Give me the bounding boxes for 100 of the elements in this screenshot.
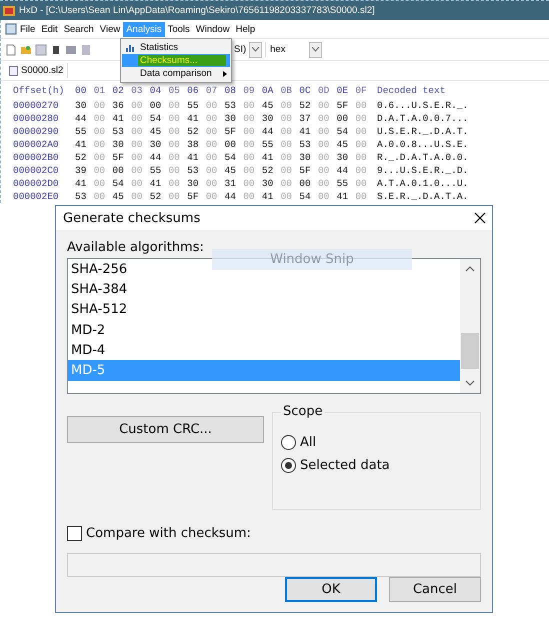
hex-byte: 00 [243, 126, 256, 137]
hex-byte: 5F [336, 100, 350, 111]
hex-byte: 00 [131, 126, 144, 137]
decoded-text: S.E.R._.D.A.T.A. [377, 191, 468, 202]
hex-byte: 00 [318, 139, 330, 150]
hex-byte: 54 [224, 152, 237, 163]
compare-checkbox[interactable]: Compare with checksum: [67, 526, 481, 541]
algorithm-item[interactable]: MD-4 [68, 340, 460, 360]
radio-icon[interactable] [281, 435, 296, 450]
decoded-text: U.S.E.R._.D.A.T. [377, 126, 468, 137]
hex-byte: 30 [299, 152, 312, 163]
hex-byte: 41 [112, 113, 125, 124]
algorithm-item[interactable]: SHA-512 [68, 300, 460, 320]
radio-icon[interactable] [281, 458, 296, 473]
column-header: 02 [112, 85, 125, 96]
menu-item[interactable]: File [17, 22, 38, 36]
hex-byte: 00 [168, 126, 181, 137]
hex-byte: 00 [355, 165, 368, 176]
hex-byte: 00 [206, 126, 218, 137]
hex-byte: 00 [243, 191, 256, 202]
hex-byte: 00 [94, 178, 106, 189]
decoded-text: A.0.0.8...U.S.E. [377, 139, 468, 150]
menu-entry[interactable]: Statistics [122, 41, 230, 54]
dialog-button[interactable]: OK [285, 577, 377, 602]
hex-byte: 00 [131, 113, 144, 124]
hex-byte: 30 [336, 152, 350, 163]
hex-byte: 5F [112, 152, 125, 163]
menu-item[interactable]: View [96, 22, 124, 36]
scroll-up-icon[interactable] [465, 264, 475, 274]
hex-byte: 00 [131, 100, 144, 111]
hex-byte: 45 [150, 126, 162, 137]
view-dropdown[interactable]: hex [265, 42, 326, 57]
hex-byte: 00 [168, 152, 181, 163]
hex-byte: 00 [168, 165, 181, 176]
scope-radio[interactable]: All [281, 435, 480, 450]
hex-byte: 00 [94, 165, 106, 176]
column-header: 06 [187, 85, 200, 96]
window-title: HxD - [C:\Users\Sean Lin\AppData\Roaming\Sekiro\76561198203337783\S0000.sl2] [19, 5, 375, 16]
hex-byte: 41 [262, 191, 274, 202]
hex-byte: 39 [75, 165, 88, 176]
hex-byte: 45 [262, 100, 274, 111]
hex-byte: 55 [262, 139, 274, 150]
hex-byte: 00 [318, 152, 330, 163]
column-header: 01 [94, 85, 106, 96]
hex-byte: 44 [150, 152, 162, 163]
column-header: 0A [262, 85, 274, 96]
scope-radio[interactable]: Selected data [281, 458, 480, 473]
menu-item[interactable]: Help [232, 22, 258, 36]
hex-byte: 00 [131, 165, 144, 176]
menu-item[interactable]: Tools [164, 22, 193, 36]
hex-byte: 45 [224, 165, 237, 176]
scrollbar[interactable] [460, 259, 480, 393]
menu-item[interactable]: Search [60, 22, 97, 36]
menu-item[interactable]: Edit [38, 22, 61, 36]
hex-byte: 00 [168, 191, 181, 202]
hex-byte: 00 [94, 191, 106, 202]
hex-byte: 30 [187, 178, 200, 189]
hex-byte: 45 [336, 139, 350, 150]
menu-entry[interactable]: Data comparison [122, 67, 230, 80]
algorithm-item[interactable]: SHA-384 [68, 279, 460, 300]
custom-crc-button[interactable]: Custom CRC... [67, 416, 264, 443]
document-icon[interactable] [5, 23, 17, 35]
hex-byte: 00 [355, 178, 368, 189]
hex-byte: 00 [243, 178, 256, 189]
column-header: 00 [75, 85, 88, 96]
hex-byte: 00 [280, 126, 293, 137]
hex-byte: 30 [262, 178, 274, 189]
hex-byte: 54 [336, 126, 350, 137]
algorithm-item[interactable]: MD-2 [68, 320, 460, 340]
hex-byte: 00 [280, 100, 293, 111]
hex-byte: 00 [280, 152, 293, 163]
hex-byte: 00 [131, 178, 144, 189]
hex-byte: 00 [206, 152, 218, 163]
open-folder-icon[interactable] [20, 44, 32, 56]
hex-byte: 00 [168, 113, 181, 124]
hex-byte: 00 [150, 100, 162, 111]
scroll-down-icon[interactable] [465, 378, 475, 388]
hex-byte: 00 [318, 126, 330, 137]
block-icon[interactable] [50, 44, 62, 56]
scroll-thumb[interactable] [461, 333, 479, 369]
hex-byte: 00 [94, 100, 106, 111]
column-header: 08 [224, 85, 237, 96]
encoding-dropdown[interactable]: SI) [234, 44, 246, 55]
hex-byte: 53 [224, 100, 237, 111]
hex-byte: 53 [112, 126, 125, 137]
menu-item[interactable]: Window [192, 22, 233, 36]
hex-byte: 00 [94, 139, 106, 150]
hex-byte: 00 [206, 165, 218, 176]
hex-byte: 37 [299, 113, 312, 124]
checkbox-icon[interactable] [67, 526, 82, 541]
hex-byte: 00 [94, 152, 106, 163]
hex-byte: 5F [187, 191, 200, 202]
hex-byte: 54 [299, 191, 312, 202]
new-file-icon[interactable] [5, 44, 17, 56]
app-icon [3, 4, 15, 16]
hex-byte: 41 [336, 191, 350, 202]
decoded-text: A.T.A.0.1.0...U. [377, 178, 468, 189]
dialog-button[interactable]: Cancel [389, 577, 481, 602]
close-icon[interactable] [474, 212, 486, 224]
hex-byte: 00 [318, 165, 330, 176]
